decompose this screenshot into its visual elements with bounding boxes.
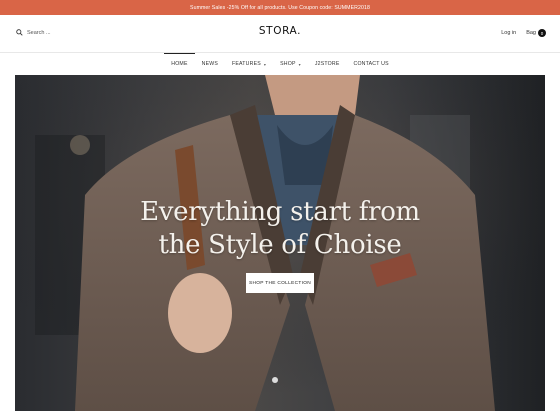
shop-collection-button[interactable]: SHOP THE COLLECTION: [246, 273, 314, 293]
nav-item-label: J2STORE: [314, 61, 340, 67]
nav-item-label: SHOP: [280, 61, 296, 67]
site-header: Search ... STORA. Log in Bag 0: [0, 15, 560, 53]
nav-item-home[interactable]: HOME: [164, 53, 196, 75]
search-field[interactable]: Search ...: [16, 29, 51, 36]
chevron-down-icon: ▾: [263, 61, 267, 67]
nav-item-label: FEATURES: [232, 61, 261, 67]
login-link[interactable]: Log in: [501, 30, 516, 36]
hero-banner: Everything start from the Style of Chois…: [15, 75, 545, 411]
nav-item-shop[interactable]: SHOP ▾: [273, 53, 308, 75]
nav-item-label: NEWS: [201, 61, 218, 67]
nav-item-label: HOME: [171, 61, 188, 67]
promo-text: Summer Sales -25% Off for all products. …: [190, 4, 370, 11]
hero-title: Everything start from the Style of Chois…: [15, 196, 545, 262]
promo-bar: Summer Sales -25% Off for all products. …: [0, 0, 560, 15]
nav-item-contact[interactable]: CONTACT US: [347, 53, 396, 75]
nav-item-j2store[interactable]: J2STORE: [308, 53, 347, 75]
nav-item-news[interactable]: NEWS: [195, 53, 225, 75]
main-nav: HOME NEWS FEATURES ▾ SHOP ▾ J2STORE CONTAC…: [0, 53, 560, 75]
hero-title-line-1: Everything start from: [140, 197, 420, 227]
nav-item-features[interactable]: FEATURES ▾: [225, 53, 273, 75]
chevron-down-icon: ▾: [298, 61, 301, 67]
bag-count-badge: 0: [538, 29, 546, 37]
nav-item-label: CONTACT US: [353, 61, 389, 67]
hero-title-line-2: the Style of Choise: [158, 230, 402, 260]
site-logo[interactable]: STORA.: [0, 25, 560, 37]
search-placeholder[interactable]: Search ...: [27, 30, 51, 36]
bag-label[interactable]: Bag: [526, 30, 536, 36]
header-actions: Log in Bag 0: [501, 29, 546, 37]
bag-button[interactable]: Bag 0: [526, 29, 546, 37]
search-icon[interactable]: [16, 29, 23, 36]
